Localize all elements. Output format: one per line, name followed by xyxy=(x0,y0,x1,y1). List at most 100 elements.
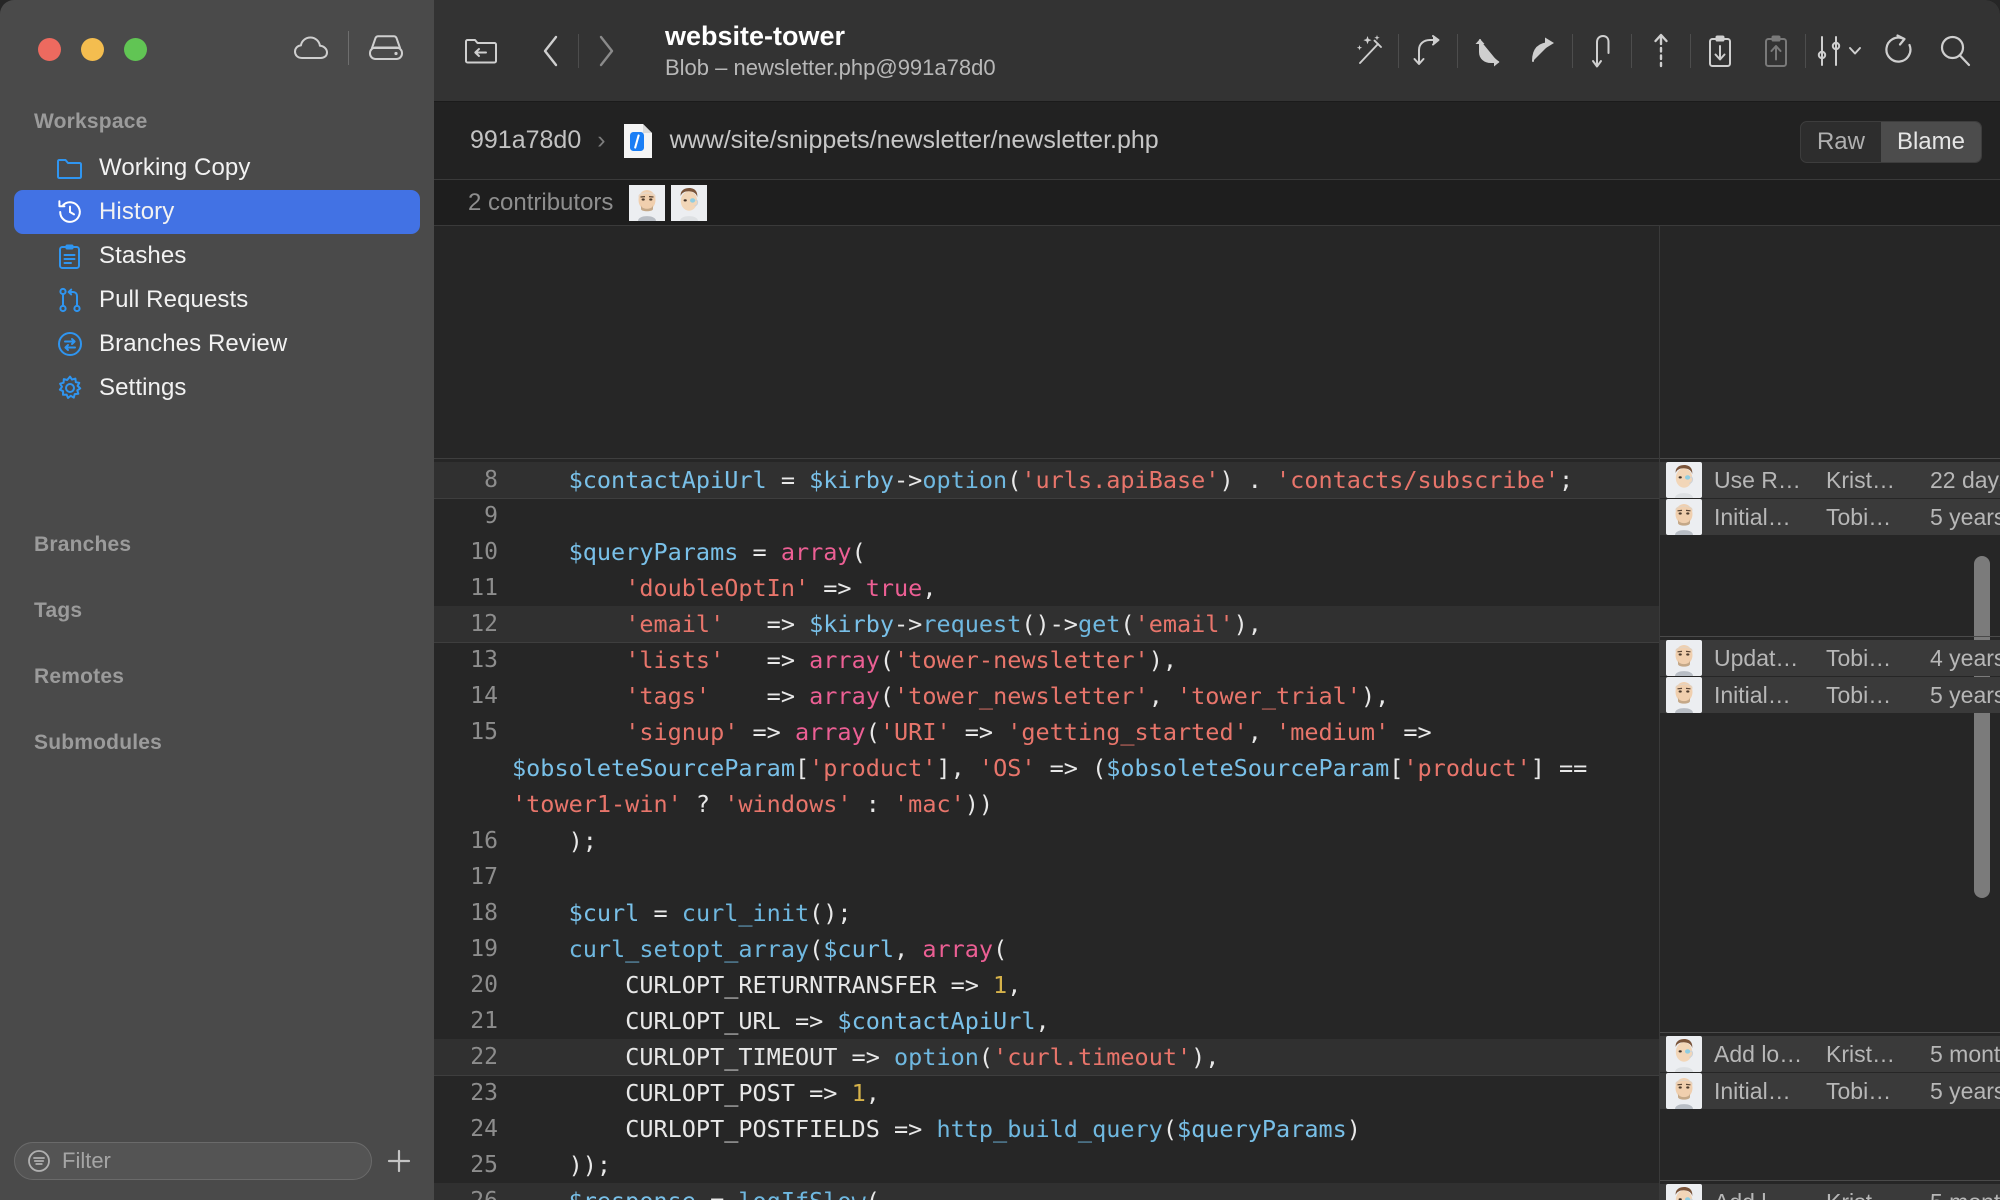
code-line-text: $response = logIfSlow( xyxy=(512,1183,1659,1200)
line-number: 16 xyxy=(470,828,498,854)
avatar-kristian xyxy=(1666,1184,1702,1200)
stash-pop-icon[interactable] xyxy=(1693,24,1747,78)
code-line[interactable]: 25 )); xyxy=(434,1147,1659,1183)
code-line[interactable]: 9 xyxy=(434,498,1659,534)
code-line[interactable]: 21 CURLOPT_URL => $contactApiUrl, xyxy=(434,1003,1659,1039)
code-line[interactable]: 17 xyxy=(434,859,1659,895)
blame-row[interactable]: Initial… Tobi… 5 years… xyxy=(1660,499,2000,535)
sidebar-group-remotes[interactable]: Remotes xyxy=(0,644,434,710)
code-line-text: 'email' => $kirby->request()->get('email… xyxy=(625,610,1262,638)
push-icon[interactable] xyxy=(1634,24,1688,78)
sidebar-group-submodules[interactable]: Submodules xyxy=(0,710,434,776)
line-number: 25 xyxy=(470,1152,498,1178)
forward-button[interactable] xyxy=(579,24,633,78)
code-line[interactable]: 11 'doubleOptIn' => true, xyxy=(434,570,1659,606)
close-button[interactable] xyxy=(38,38,61,61)
branch-icon[interactable] xyxy=(1401,24,1455,78)
toolbar-divider-1 xyxy=(1398,34,1399,68)
code-line[interactable]: 13 'lists' => array('tower-newsletter'), xyxy=(434,642,1659,678)
sidebar-item-pull-requests[interactable]: Pull Requests xyxy=(14,278,420,322)
code-line[interactable]: 26 $response = logIfSlow( xyxy=(434,1183,1659,1200)
line-number: 10 xyxy=(470,539,498,565)
code-line[interactable]: 23 CURLOPT_POST => 1, xyxy=(434,1075,1659,1111)
line-number: 21 xyxy=(470,1008,498,1034)
code-line[interactable]: 16 ); xyxy=(434,823,1659,859)
code-line[interactable]: 18 $curl = curl_init(); xyxy=(434,895,1659,931)
blame-author: Krist… xyxy=(1826,1040,1895,1067)
code-line-text: 'tags' => array('tower_newsletter', 'tow… xyxy=(625,682,1390,710)
code-line-text: CURLOPT_TIMEOUT => option('curl.timeout'… xyxy=(512,1043,1220,1071)
vertical-scrollbar[interactable] xyxy=(1974,556,1990,898)
magic-wand-icon[interactable] xyxy=(1342,24,1396,78)
blame-author: Tobi… xyxy=(1826,644,1892,671)
code-line[interactable]: 24 CURLOPT_POSTFIELDS => http_build_quer… xyxy=(434,1111,1659,1147)
line-number: 13 xyxy=(470,647,498,673)
code-line[interactable]: 8 $contactApiUrl = $kirby->option('urls.… xyxy=(434,462,1659,498)
open-repository-icon[interactable] xyxy=(454,24,508,78)
blame-date: 5 mont… xyxy=(1930,1040,2000,1067)
blame-row[interactable]: Updat… Tobi… 4 years… xyxy=(1660,640,2000,676)
code-line-text: ); xyxy=(512,827,597,855)
breadcrumb-file-path[interactable]: www/site/snippets/newsletter/newsletter.… xyxy=(670,126,1159,155)
merge-icon[interactable] xyxy=(1460,24,1514,78)
filter-placeholder: Filter xyxy=(62,1148,111,1173)
sidebar-item-settings[interactable]: Settings xyxy=(14,366,420,410)
add-button[interactable] xyxy=(382,1144,416,1178)
code-line[interactable]: 10 $queryParams = array( xyxy=(434,534,1659,570)
minimize-button[interactable] xyxy=(81,38,104,61)
blame-author: Krist… xyxy=(1814,1189,1918,1200)
blame-row[interactable]: Add lo… Krist… 5 mont… xyxy=(1660,1036,2000,1072)
code-line[interactable]: 20 CURLOPT_RETURNTRANSFER => 1, xyxy=(434,967,1659,1003)
blame-author: Tobi… xyxy=(1826,503,1892,530)
code-line[interactable]: 22 CURLOPT_TIMEOUT => option('curl.timeo… xyxy=(434,1039,1659,1075)
blame-commit-message: Initial… xyxy=(1714,503,1791,530)
sidebar-group-branches[interactable]: Branches xyxy=(0,512,434,578)
sidebar-item-label: Branches Review xyxy=(99,330,288,357)
line-number: 14 xyxy=(470,683,498,709)
code-line-text: 'signup' => array('URI' => 'getting_star… xyxy=(512,718,1602,818)
breadcrumb-commit-sha[interactable]: 991a78d0 xyxy=(470,126,581,155)
blame-row[interactable]: Use R… Krist… 22 days… xyxy=(1660,462,2000,498)
raw-view-button[interactable]: Raw xyxy=(1801,122,1881,162)
blame-row[interactable]: Initial… Tobi… 5 years… xyxy=(1660,677,2000,713)
blame-column[interactable]: Use R… Krist… 22 days… Initial… Tobi… 5 years… xyxy=(1660,226,2000,1200)
gear-icon xyxy=(56,375,83,402)
code-line[interactable]: 15 'signup' => array('URI' => 'getting_s… xyxy=(434,714,1659,822)
hard-drive-icon[interactable] xyxy=(363,30,409,66)
toolbar-actions xyxy=(1342,0,1982,102)
contributor-avatar-2[interactable] xyxy=(671,184,708,221)
sidebar-item-history[interactable]: History xyxy=(14,190,420,234)
toolbar-divider-3 xyxy=(1572,34,1573,68)
sidebar-item-stashes[interactable]: Stashes xyxy=(14,234,420,278)
blame-row-separator xyxy=(1660,1180,2000,1181)
git-flow-icon[interactable] xyxy=(1808,24,1870,78)
blame-row[interactable]: Initial… Tobi… 5 years… xyxy=(1660,1073,2000,1109)
line-number: 11 xyxy=(470,575,498,601)
code-line[interactable]: 19 curl_setopt_array($curl, array( xyxy=(434,931,1659,967)
blame-view-button[interactable]: Blame xyxy=(1880,122,1981,162)
sidebar-item-working-copy[interactable]: Working Copy xyxy=(14,146,420,190)
blame-commit-message: Initial… xyxy=(1714,1077,1791,1104)
zoom-button[interactable] xyxy=(124,38,147,61)
sidebar-item-label: Stashes xyxy=(99,242,187,269)
code-column[interactable]: 8 $contactApiUrl = $kirby->option('urls.… xyxy=(434,226,1660,1200)
cloud-icon[interactable] xyxy=(288,30,334,66)
pull-icon[interactable] xyxy=(1575,24,1629,78)
blame-row[interactable]: Add l…Krist…5 mont… xyxy=(1660,1184,2000,1200)
code-line[interactable]: 14 'tags' => array('tower_newsletter', '… xyxy=(434,678,1659,714)
sidebar-group-tags[interactable]: Tags xyxy=(0,578,434,644)
contributor-avatar-1[interactable] xyxy=(629,184,666,221)
rebase-icon[interactable] xyxy=(1516,24,1570,78)
back-button[interactable] xyxy=(524,24,578,78)
filter-input[interactable]: Filter xyxy=(14,1142,372,1180)
stash-save-icon[interactable] xyxy=(1749,24,1803,78)
history-clock-icon xyxy=(56,199,83,226)
code-line[interactable]: 12 'email' => $kirby->request()->get('em… xyxy=(434,606,1659,642)
search-icon[interactable] xyxy=(1928,24,1982,78)
toolbar-divider-4 xyxy=(1631,34,1632,68)
avatar-tobias xyxy=(1666,677,1702,713)
sidebar-group-label: Tags xyxy=(34,599,83,622)
refresh-icon[interactable] xyxy=(1872,24,1926,78)
code-line-text: CURLOPT_URL => $contactApiUrl, xyxy=(512,1007,1050,1035)
sidebar-item-branches-review[interactable]: Branches Review xyxy=(14,322,420,366)
